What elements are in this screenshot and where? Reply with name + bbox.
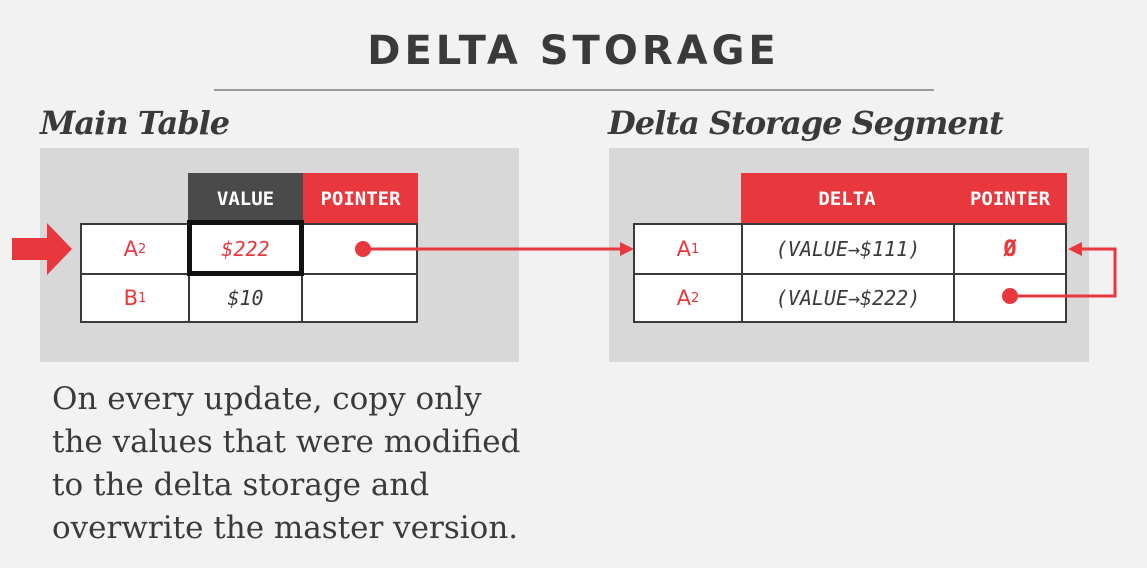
main-to-delta-arrowhead	[620, 242, 634, 256]
current-row-arrow	[12, 223, 72, 275]
caption-text: On every update, copy only the values th…	[52, 378, 572, 550]
caption-line-4: overwrite the master version.	[52, 510, 519, 546]
caption-line-3: to the delta storage and	[52, 467, 430, 503]
delta-chain-line	[1010, 247, 1117, 298]
delta-chain-arrowhead	[1068, 242, 1082, 256]
caption-line-1: On every update, copy only	[52, 381, 482, 417]
caption-line-2: the values that were modified	[52, 424, 521, 460]
